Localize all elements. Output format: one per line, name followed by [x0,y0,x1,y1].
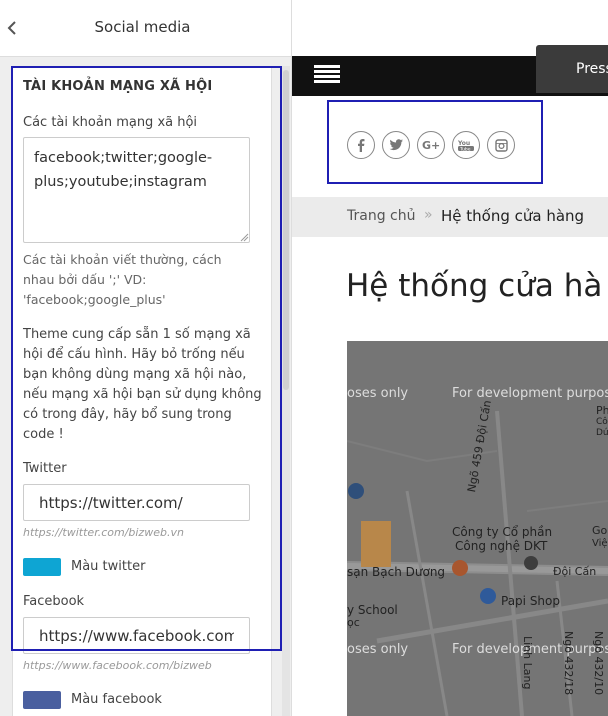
accounts-hint: Các tài khoản viết thường, cách nhau bởi… [23,250,222,310]
map-place-label: Papi Shop [501,594,560,608]
hint-line: nhau bởi dấu ';' VD: [23,272,147,287]
resize-handle-icon[interactable] [240,233,249,242]
map-road-label: Ngõ 432/10 [592,631,605,696]
twitter-placeholder-hint: https://twitter.com/bizweb.vn [23,526,184,539]
scrollbar-thumb[interactable] [283,70,289,390]
map-place-label: ọc [347,616,360,629]
map-road-label: Linh Lang [521,636,534,690]
note-line: hội để cấu hình. Hãy bỏ trống nếu [23,347,245,362]
accounts-textarea[interactable]: facebook;twitter;google-plus;youtube;ins… [23,137,250,243]
note-line: code ! [23,427,64,442]
facebook-label: Facebook [23,594,85,609]
map-watermark: oses only [347,642,409,657]
map-place-label: y School [347,603,398,617]
note-line: nếu mạng xã hội bạn sử dụng không [23,387,262,402]
breadcrumb-home-link[interactable]: Trang chủ [347,208,415,224]
facebook-icon[interactable] [347,131,375,159]
instagram-icon[interactable] [487,131,515,159]
facebook-placeholder-hint: https://www.facebook.com/bizweb [23,659,212,672]
breadcrumb-current: Hệ thống cửa hàng [441,207,585,225]
svg-text:You: You [458,140,470,147]
map-place-label: sạn Bạch Dương [347,565,446,579]
twitter-color-label: Màu twitter [71,559,146,574]
facebook-url-input[interactable] [23,617,250,654]
twitter-icon[interactable] [382,131,410,159]
map-place-label: Ph [596,404,608,417]
note-line: Theme cung cấp sẵn 1 số mạng xã [23,327,251,342]
accounts-label: Các tài khoản mạng xã hội [23,115,198,130]
google-plus-icon[interactable]: G+ [417,131,445,159]
press-tab-label: Press [576,61,608,77]
twitter-url-input[interactable] [23,484,250,521]
hint-line: Các tài khoản viết thường, cách [23,252,222,267]
hint-line: 'facebook;google_plus' [23,292,166,307]
breadcrumb-separator: » [424,207,433,223]
twitter-label: Twitter [23,461,67,476]
map-place-label: Dứ [596,428,608,438]
map-place-label: Cô [596,417,608,427]
map-watermark: oses only [347,386,409,401]
twitter-color-swatch[interactable] [23,558,61,576]
theme-note: Theme cung cấp sẵn 1 số mạng xã hội để c… [23,325,262,445]
map-place-label: Công nghệ DKT [455,539,548,553]
panel-title: Social media [94,18,191,36]
facebook-color-label: Màu facebook [71,692,162,707]
note-line: có trong đây, hãy bổ sung trong [23,407,232,422]
youtube-icon[interactable]: You Tube [452,131,480,159]
page-title: Hệ thống cửa hà [346,268,603,304]
map-watermark: For development purpos [452,386,608,401]
svg-text:G+: G+ [422,139,440,151]
map-place-label: Go [592,524,608,537]
map-place-label: Công ty Cổ phần [452,525,553,539]
facebook-color-swatch[interactable] [23,691,61,709]
map-road-label: Ngõ 432/18 [562,631,575,696]
note-line: bạn không dùng mạng xã hội nào, [23,367,247,382]
section-heading: TÀI KHOẢN MẠNG XÃ HỘI [23,79,213,94]
map-place-label: Việ [592,538,608,549]
svg-text:Tube: Tube [459,146,471,151]
map-place-label: Đội Cấn [553,565,597,578]
store-map[interactable]: oses only For development purpos oses on… [347,341,608,716]
menu-icon[interactable] [314,65,340,85]
